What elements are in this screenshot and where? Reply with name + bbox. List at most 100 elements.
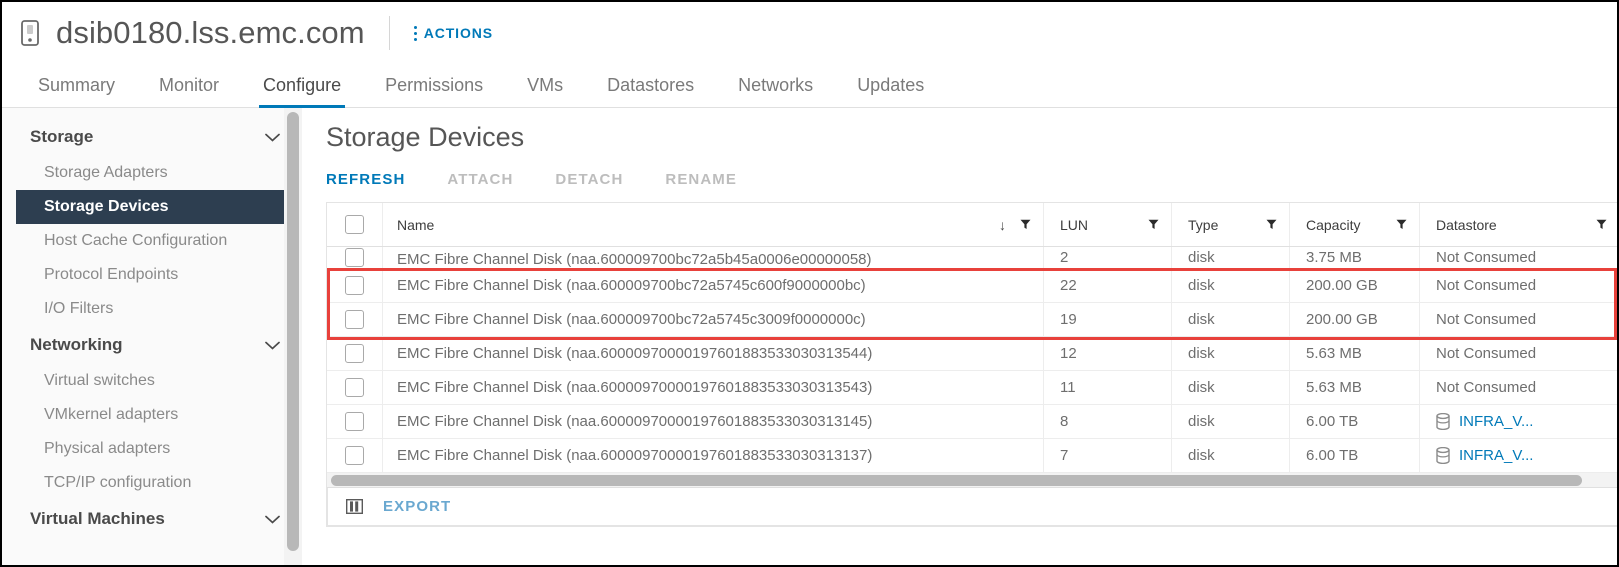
table-row[interactable]: EMC Fibre Channel Disk (naa.600009700bc7… — [327, 247, 1617, 269]
row-checkbox[interactable] — [345, 378, 364, 397]
select-all-checkbox[interactable] — [345, 215, 364, 234]
tab-monitor[interactable]: Monitor — [137, 75, 241, 107]
table-row[interactable]: EMC Fibre Channel Disk (naa.600009700bc7… — [327, 303, 1617, 337]
datastore-link[interactable]: INFRA_V... — [1459, 447, 1533, 464]
table-row[interactable]: EMC Fibre Channel Disk (naa.600009700bc7… — [327, 269, 1617, 303]
nav-group-label: Virtual Machines — [30, 509, 165, 528]
cell-type: disk — [1171, 371, 1289, 404]
sidebar-item-host-cache-configuration[interactable]: Host Cache Configuration — [2, 224, 302, 258]
cell-capacity: 5.63 MB — [1289, 337, 1419, 370]
settings-sidebar: Storage Storage Adapters Storage Devices… — [2, 108, 302, 565]
scrollbar-thumb[interactable] — [287, 112, 299, 551]
column-header-name[interactable]: Name ↓ — [383, 217, 1043, 233]
column-header-datastore[interactable]: Datastore — [1419, 203, 1617, 246]
datastore-icon — [1436, 413, 1450, 430]
tab-datastores[interactable]: Datastores — [585, 75, 716, 107]
tab-configure[interactable]: Configure — [241, 75, 363, 108]
table-row[interactable]: EMC Fibre Channel Disk (naa.600009700001… — [327, 371, 1617, 405]
row-checkbox[interactable] — [345, 412, 364, 431]
filter-icon[interactable] — [1020, 219, 1031, 230]
row-checkbox[interactable] — [345, 276, 364, 295]
storage-devices-table: Name ↓ LUN Type Capacity Datastore EMC F… — [326, 202, 1617, 527]
sort-descending-icon[interactable]: ↓ — [999, 217, 1006, 233]
export-button[interactable]: EXPORT — [383, 498, 451, 515]
sidebar-item-storage-adapters[interactable]: Storage Adapters — [2, 156, 302, 190]
cell-lun: 11 — [1043, 371, 1171, 404]
sidebar-item-io-filters[interactable]: I/O Filters — [2, 292, 302, 326]
sidebar-item-virtual-switches[interactable]: Virtual switches — [2, 364, 302, 398]
column-header-type[interactable]: Type — [1171, 203, 1289, 246]
column-label: Type — [1188, 216, 1219, 233]
sidebar-item-storage-devices[interactable]: Storage Devices — [16, 190, 296, 224]
scrollbar-thumb[interactable] — [331, 475, 1583, 486]
tab-networks[interactable]: Networks — [716, 75, 835, 107]
row-checkbox[interactable] — [345, 344, 364, 363]
row-checkbox[interactable] — [345, 310, 364, 329]
row-select-cell — [327, 337, 383, 370]
cell-name: EMC Fibre Channel Disk (naa.600009700bc7… — [397, 311, 866, 328]
sidebar-item-physical-adapters[interactable]: Physical adapters — [2, 432, 302, 466]
row-select-cell — [327, 247, 383, 268]
table-row[interactable]: EMC Fibre Channel Disk (naa.600009700001… — [327, 439, 1617, 473]
tab-vms[interactable]: VMs — [505, 75, 585, 107]
cell-type: disk — [1171, 269, 1289, 302]
cell-lun: 2 — [1043, 247, 1171, 268]
tab-permissions[interactable]: Permissions — [363, 75, 505, 107]
datastore-link[interactable]: INFRA_V... — [1459, 413, 1533, 430]
host-icon — [21, 20, 39, 46]
row-select-cell — [327, 269, 383, 302]
row-select-cell — [327, 405, 383, 438]
sidebar-item-tcpip-configuration[interactable]: TCP/IP configuration — [2, 466, 302, 500]
table-footer: EXPORT — [327, 488, 1617, 526]
cell-capacity: 200.00 GB — [1289, 303, 1419, 336]
table-header-row: Name ↓ LUN Type Capacity Datastore — [327, 203, 1617, 247]
column-label: Name — [397, 216, 435, 233]
refresh-button[interactable]: REFRESH — [326, 171, 405, 188]
filter-icon[interactable] — [1266, 219, 1277, 230]
cell-lun: 7 — [1043, 439, 1171, 472]
cell-type: disk — [1171, 405, 1289, 438]
cell-name: EMC Fibre Channel Disk (naa.600009700001… — [397, 447, 873, 464]
cell-capacity: 3.75 MB — [1289, 247, 1419, 268]
nav-group-networking[interactable]: Networking — [2, 326, 302, 364]
cell-name: EMC Fibre Channel Disk (naa.600009700bc7… — [397, 277, 866, 294]
column-label: Datastore — [1436, 216, 1497, 233]
table-horizontal-scrollbar[interactable] — [327, 473, 1617, 488]
table-row[interactable]: EMC Fibre Channel Disk (naa.600009700001… — [327, 337, 1617, 371]
row-checkbox[interactable] — [345, 248, 364, 267]
filter-icon[interactable] — [1148, 219, 1159, 230]
nav-group-storage[interactable]: Storage — [2, 118, 302, 156]
cell-type: disk — [1171, 303, 1289, 336]
row-select-cell — [327, 303, 383, 336]
sidebar-item-vmkernel-adapters[interactable]: VMkernel adapters — [2, 398, 302, 432]
chevron-down-icon — [265, 133, 280, 142]
content-body: Storage Storage Adapters Storage Devices… — [2, 108, 1617, 565]
tab-updates[interactable]: Updates — [835, 75, 946, 107]
sidebar-item-protocol-endpoints[interactable]: Protocol Endpoints — [2, 258, 302, 292]
cell-name: EMC Fibre Channel Disk (naa.600009700001… — [397, 345, 873, 362]
cell-datastore[interactable]: INFRA_V... — [1419, 439, 1617, 472]
kebab-icon — [413, 25, 417, 41]
cell-lun: 12 — [1043, 337, 1171, 370]
cell-name: EMC Fibre Channel Disk (naa.600009700001… — [397, 379, 873, 396]
table-row[interactable]: EMC Fibre Channel Disk (naa.600009700001… — [327, 405, 1617, 439]
rename-button: RENAME — [665, 171, 737, 188]
nav-group-label: Storage — [30, 127, 94, 146]
row-checkbox[interactable] — [345, 446, 364, 465]
cell-capacity: 200.00 GB — [1289, 269, 1419, 302]
actions-button[interactable]: ACTIONS — [413, 25, 493, 41]
cell-type: disk — [1171, 247, 1289, 268]
header-divider — [388, 16, 390, 50]
cell-name: EMC Fibre Channel Disk (naa.600009700bc7… — [397, 251, 872, 268]
nav-group-virtual-machines[interactable]: Virtual Machines — [2, 500, 302, 538]
filter-icon[interactable] — [1396, 219, 1407, 230]
datastore-icon — [1436, 447, 1450, 464]
cell-datastore[interactable]: INFRA_V... — [1419, 405, 1617, 438]
filter-icon[interactable] — [1596, 219, 1607, 230]
sidebar-vertical-scrollbar[interactable] — [284, 108, 302, 565]
columns-icon[interactable] — [346, 499, 363, 514]
column-header-capacity[interactable]: Capacity — [1289, 203, 1419, 246]
column-header-lun[interactable]: LUN — [1043, 203, 1171, 246]
tab-summary[interactable]: Summary — [16, 75, 137, 107]
cell-datastore: Not Consumed — [1419, 269, 1617, 302]
